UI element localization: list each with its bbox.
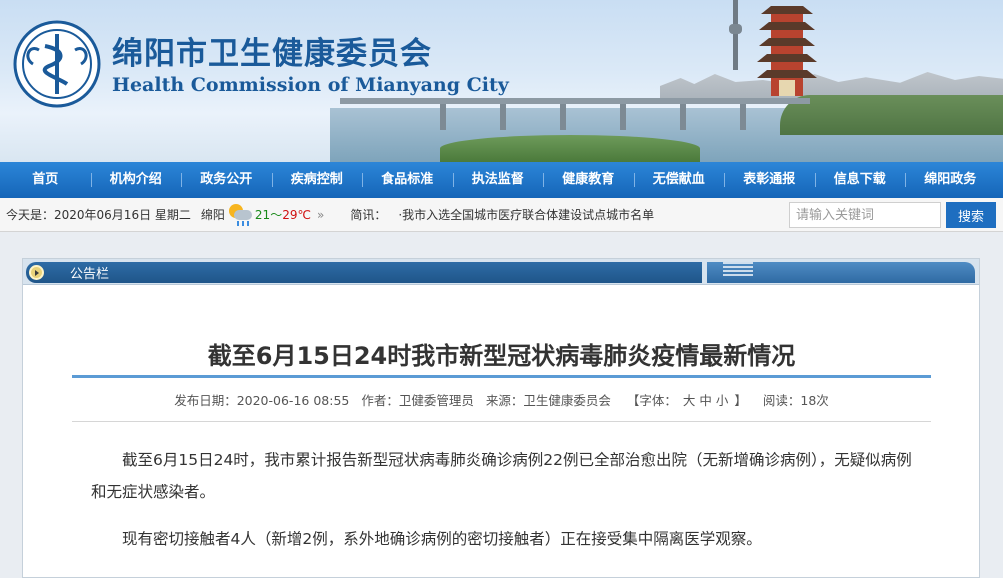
news-ticker-link[interactable]: ·我市入选全国城市医疗联合体建设试点城市名单 <box>398 206 654 223</box>
font-size-label: 【字体： <box>626 393 677 408</box>
site-title-english: Health Commission of Mianyang City <box>112 74 509 96</box>
font-size-bracket: 】 <box>734 393 747 408</box>
play-bullet-icon <box>29 265 44 280</box>
site-title-chinese: 绵阳市卫生健康委员会 <box>112 36 432 72</box>
font-size-large-link[interactable]: 大 <box>683 393 696 408</box>
temperature-separator: ～ <box>270 208 283 222</box>
nav-item-disease-control[interactable]: 疾病控制 <box>271 162 363 198</box>
font-size-control: 【字体： 大中小】 <box>623 393 751 408</box>
panel-header: 公告栏 <box>23 259 979 285</box>
search-input[interactable] <box>789 202 941 228</box>
bridge-pier <box>500 104 506 130</box>
title-divider <box>72 375 931 378</box>
weather-city: 绵阳 <box>200 208 225 222</box>
panel-label: 公告栏 <box>70 267 110 282</box>
main-nav: 首页 机构介绍 政务公开 疾病控制 食品标准 执法监督 健康教育 无偿献血 表彰… <box>0 162 1003 198</box>
stripes-decoration <box>723 262 753 276</box>
grass-decoration <box>440 135 700 162</box>
pagoda-decoration <box>757 6 817 96</box>
current-date: 今天是：2020年06月16日 星期二 <box>6 208 191 222</box>
view-count: 阅读：18次 <box>762 393 829 408</box>
nav-item-health-education[interactable]: 健康教育 <box>543 162 634 198</box>
panel-tab <box>26 262 702 283</box>
search-button[interactable]: 搜索 <box>946 202 996 228</box>
nav-item-law-enforcement[interactable]: 执法监督 <box>452 162 544 198</box>
meta-divider <box>72 421 931 422</box>
nav-item-commendation[interactable]: 表彰通报 <box>724 162 815 198</box>
bridge-pier <box>680 104 686 130</box>
nav-item-government-affairs[interactable]: 政务公开 <box>181 162 272 198</box>
article-paragraph: 截至6月15日24时，我市累计报告新型冠状病毒肺炎确诊病例22例已全部治愈出院（… <box>91 451 912 501</box>
partly-cloudy-rain-icon <box>227 203 253 227</box>
article-paragraph: 现有密切接触者4人（新增2例，系外地确诊病例的密切接触者）正在接受集中隔离医学观… <box>122 530 762 548</box>
nav-item-home[interactable]: 首页 <box>0 162 91 198</box>
font-size-medium-link[interactable]: 中 <box>699 393 712 408</box>
nav-item-mianyang-gov[interactable]: 绵阳政务 <box>905 162 996 198</box>
info-bar: 今天是：2020年06月16日 星期二 绵阳 21～29℃ » 简讯： ·我市入… <box>0 198 1003 232</box>
article-title: 截至6月15日24时我市新型冠状病毒肺炎疫情最新情况 <box>207 342 796 370</box>
article-author: 作者：卫健委管理员 <box>361 393 474 408</box>
health-commission-logo <box>13 20 101 108</box>
article-source: 来源：卫生健康委员会 <box>485 393 611 408</box>
temperature: 21～29℃ <box>255 206 311 223</box>
bridge-pier <box>620 104 626 130</box>
temperature-high: 29℃ <box>282 208 311 222</box>
bridge-pier <box>740 104 746 130</box>
nav-item-organization[interactable]: 机构介绍 <box>90 162 182 198</box>
bridge-pier <box>560 104 566 130</box>
double-arrow-icon: » <box>316 207 325 222</box>
font-size-small-link[interactable]: 小 <box>716 393 729 408</box>
bridge-pier <box>440 104 446 130</box>
temperature-low: 21 <box>254 208 271 222</box>
site-banner: 绵阳市卫生健康委员会 Health Commission of Mianyang… <box>0 0 1003 162</box>
tv-tower-top <box>729 24 742 34</box>
tv-tower-decoration <box>733 0 738 70</box>
nav-item-downloads[interactable]: 信息下载 <box>814 162 906 198</box>
riverbank-decoration <box>780 95 1003 135</box>
article-meta: 发布日期：2020-06-16 08:55 作者：卫健委管理员 来源：卫生健康委… <box>0 390 1003 409</box>
news-label: 简讯： <box>350 208 387 222</box>
nav-item-food-standards[interactable]: 食品标准 <box>362 162 453 198</box>
publish-date: 发布日期：2020-06-16 08:55 <box>174 393 350 408</box>
nav-item-blood-donation[interactable]: 无偿献血 <box>633 162 725 198</box>
